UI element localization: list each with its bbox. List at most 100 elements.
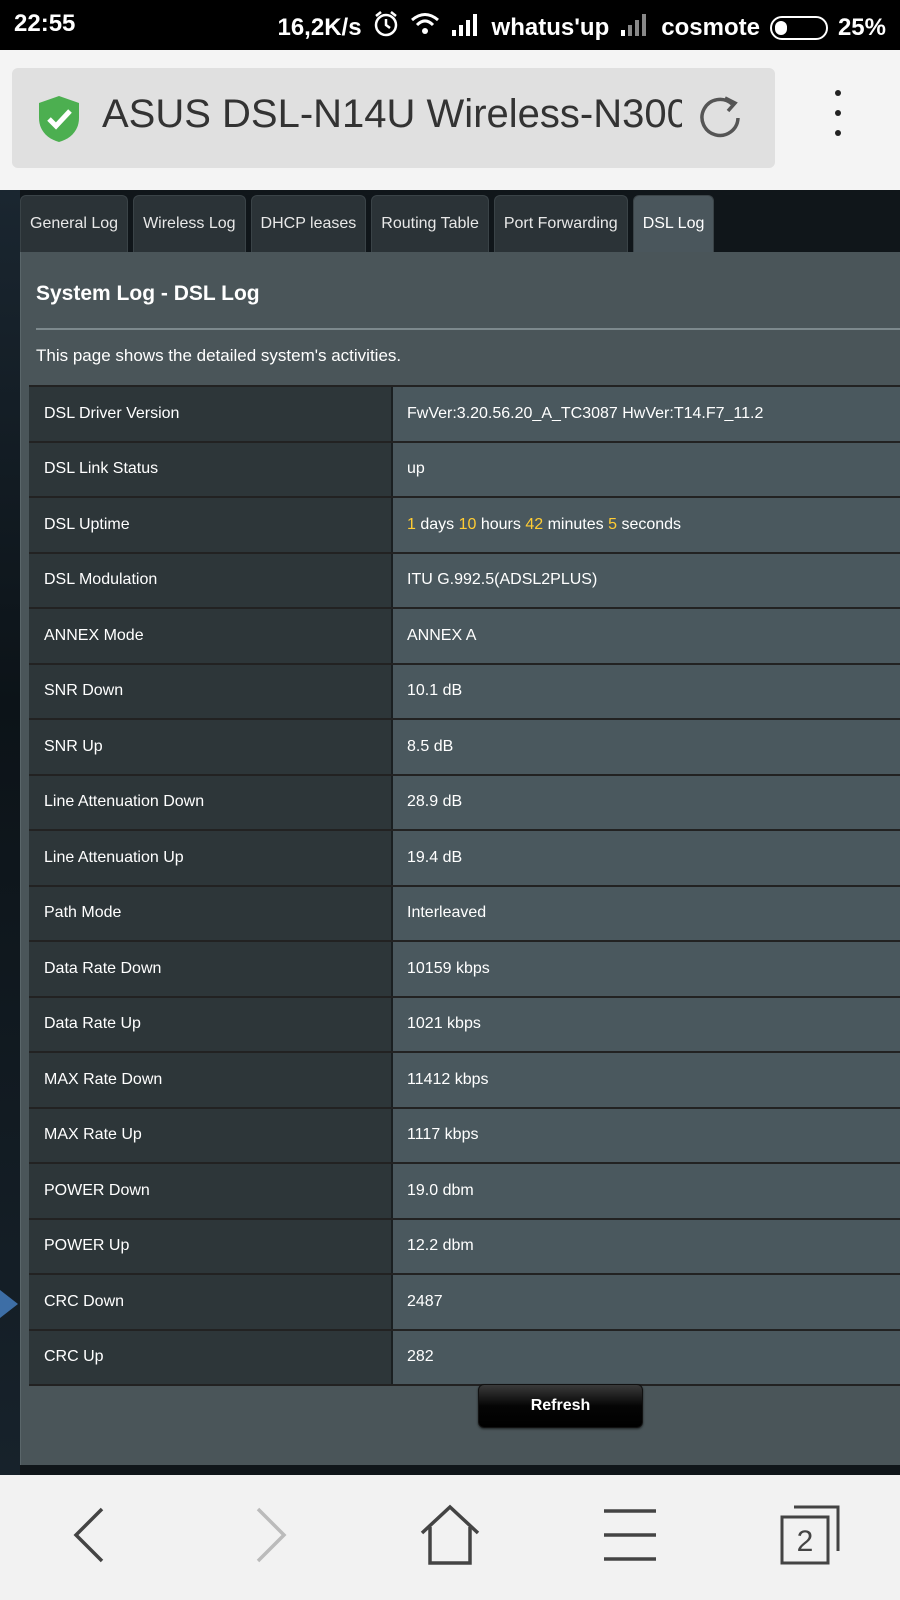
tabs-icon[interactable]: 2: [765, 1495, 855, 1575]
table-row: DSL Driver Version FwVer:3.20.56.20_A_TC…: [29, 387, 900, 443]
row-value: 8.5 dB: [393, 720, 900, 774]
overflow-menu-icon[interactable]: [830, 90, 846, 150]
tab-wireless-log[interactable]: Wireless Log: [133, 195, 246, 252]
table-row: DSL Uptime 1 days 10 hours 42 minutes 5 …: [29, 498, 900, 554]
panel-description: This page shows the detailed system's ac…: [36, 346, 402, 365]
table-row: Line Attenuation Down 28.9 dB: [29, 775, 900, 831]
row-label: Path Mode: [29, 886, 393, 940]
table-row: Path Mode Interleaved: [29, 886, 900, 942]
tab-routing-table[interactable]: Routing Table: [371, 195, 489, 252]
dsl-log-panel: System Log - DSL Log This page shows the…: [20, 252, 900, 1465]
network-speed: 16,2K/s: [277, 13, 362, 41]
table-row: DSL Modulation ITU G.992.5(ADSL2PLUS): [29, 553, 900, 609]
carrier-name-2: cosmote: [661, 13, 760, 41]
uptime-value: 1 days 10 hours 42 minutes 5 seconds: [393, 498, 900, 552]
reload-icon[interactable]: [692, 90, 748, 151]
uptime-hours: 10: [458, 515, 477, 533]
tab-dsl-log[interactable]: DSL Log: [632, 195, 715, 252]
row-label: Data Rate Down: [29, 942, 393, 996]
back-icon[interactable]: [45, 1495, 135, 1575]
uptime-hours-label: hours: [480, 515, 521, 533]
row-value: 28.9 dB: [393, 775, 900, 829]
row-value: ANNEX A: [393, 609, 900, 663]
row-value: 11412 kbps: [393, 1053, 900, 1107]
menu-icon[interactable]: [585, 1495, 675, 1575]
tab-general-log[interactable]: General Log: [20, 195, 129, 252]
row-label: POWER Up: [29, 1219, 393, 1273]
table-row: POWER Up 12.2 dbm: [29, 1219, 900, 1275]
web-page: General Log Wireless Log DHCP leases Rou…: [0, 190, 900, 1475]
table-row: Data Rate Down 10159 kbps: [29, 942, 900, 998]
row-value: 2487: [393, 1275, 900, 1329]
table-row: ANNEX Mode ANNEX A: [29, 609, 900, 665]
refresh-button[interactable]: Refresh: [478, 1384, 643, 1428]
row-label: DSL Modulation: [29, 553, 393, 607]
page-title: ASUS DSL-N14U Wireless-N300 A: [102, 92, 682, 136]
row-value: 10.1 dB: [393, 664, 900, 718]
table-row: MAX Rate Up 1117 kbps: [29, 1108, 900, 1164]
row-label: CRC Up: [29, 1330, 393, 1384]
row-label: ANNEX Mode: [29, 609, 393, 663]
tab-port-forwarding[interactable]: Port Forwarding: [493, 195, 628, 252]
battery-icon: [769, 15, 828, 40]
row-value: ITU G.992.5(ADSL2PLUS): [393, 553, 900, 607]
row-label: DSL Uptime: [29, 498, 393, 552]
table-row: CRC Up 282: [29, 1330, 900, 1386]
row-label: CRC Down: [29, 1275, 393, 1329]
home-icon[interactable]: [405, 1495, 495, 1575]
row-label: MAX Rate Down: [29, 1053, 393, 1107]
uptime-days: 1: [407, 515, 416, 533]
uptime-seconds-label: seconds: [621, 515, 682, 533]
table-row: SNR Down 10.1 dB: [29, 664, 900, 720]
forward-icon[interactable]: [225, 1495, 315, 1575]
uptime-minutes-label: minutes: [547, 515, 604, 533]
row-value: 12.2 dbm: [393, 1219, 900, 1273]
side-arrow-icon: [0, 1290, 18, 1318]
row-label: Line Attenuation Up: [29, 831, 393, 885]
row-label: Line Attenuation Down: [29, 775, 393, 829]
alarm-icon: [372, 10, 400, 45]
uptime-days-label: days: [420, 515, 455, 533]
battery-level: 25%: [837, 13, 886, 41]
wifi-icon: [410, 12, 440, 43]
row-label: DSL Driver Version: [29, 387, 393, 441]
table-row: MAX Rate Down 11412 kbps: [29, 1053, 900, 1109]
table-row: DSL Link Status up: [29, 442, 900, 498]
row-value: 19.4 dB: [393, 831, 900, 885]
carrier-name-1: whatus'up: [491, 13, 610, 41]
row-label: POWER Down: [29, 1164, 393, 1218]
status-right: 16,2K/s whatus'up cosmote 25%: [277, 10, 886, 45]
browser-bottom-nav: 2: [0, 1475, 900, 1600]
page-sidebar-background: [0, 190, 20, 1475]
log-tabs: General Log Wireless Log DHCP leases Rou…: [20, 195, 715, 252]
status-time: 22:55: [14, 10, 76, 37]
tab-dhcp-leases[interactable]: DHCP leases: [250, 195, 367, 252]
table-row: Line Attenuation Up 19.4 dB: [29, 831, 900, 887]
divider: [36, 328, 900, 330]
row-value: up: [393, 442, 900, 496]
tab-count: 2: [797, 1525, 814, 1558]
row-value: 1117 kbps: [393, 1108, 900, 1162]
uptime-seconds: 5: [608, 515, 617, 533]
row-value: 1021 kbps: [393, 997, 900, 1051]
browser-toolbar: ASUS DSL-N14U Wireless-N300 A: [0, 50, 900, 190]
row-label: DSL Link Status: [29, 442, 393, 496]
status-bar: 22:55 16,2K/s whatus'up cosmote 25%: [0, 0, 900, 50]
row-label: SNR Down: [29, 664, 393, 718]
row-value: FwVer:3.20.56.20_A_TC3087 HwVer:T14.F7_1…: [393, 387, 900, 441]
table-row: POWER Down 19.0 dbm: [29, 1164, 900, 1220]
row-value: 282: [393, 1330, 900, 1384]
row-label: Data Rate Up: [29, 997, 393, 1051]
table-row: Data Rate Up 1021 kbps: [29, 997, 900, 1053]
dsl-info-table: DSL Driver Version FwVer:3.20.56.20_A_TC…: [29, 385, 900, 1386]
secure-shield-icon: [36, 94, 82, 149]
row-label: MAX Rate Up: [29, 1108, 393, 1162]
url-bar[interactable]: ASUS DSL-N14U Wireless-N300 A: [12, 68, 775, 168]
table-row: CRC Down 2487: [29, 1275, 900, 1331]
signal-icon: [450, 12, 482, 43]
panel-title: System Log - DSL Log: [36, 282, 260, 305]
row-value: Interleaved: [393, 886, 900, 940]
uptime-minutes: 42: [525, 515, 544, 533]
row-value: 10159 kbps: [393, 942, 900, 996]
signal-weak-icon: [619, 12, 651, 43]
